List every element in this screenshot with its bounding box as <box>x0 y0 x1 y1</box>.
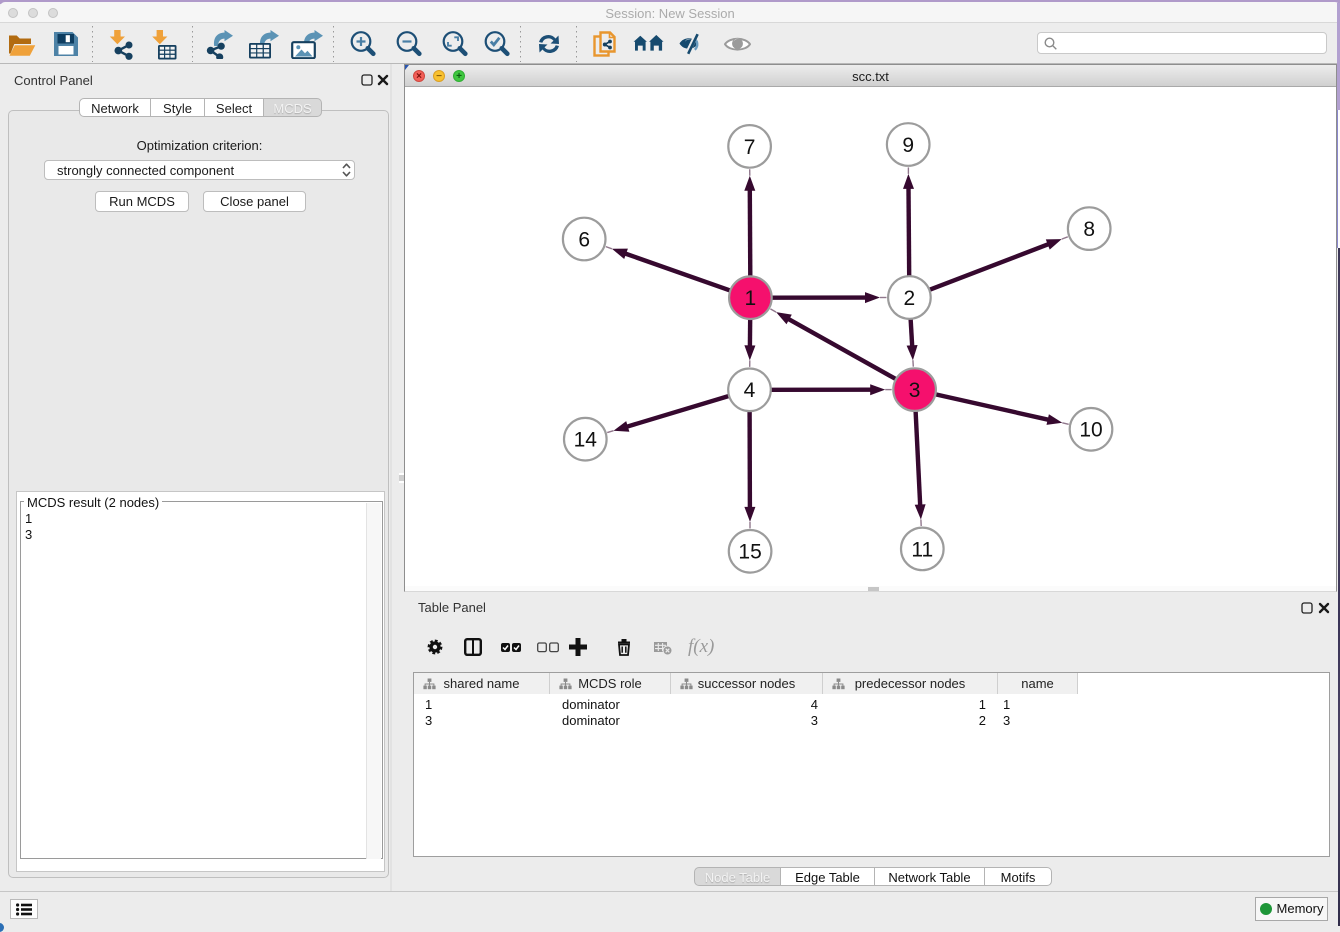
svg-text:1: 1 <box>745 287 757 310</box>
svg-text:6: 6 <box>578 228 590 251</box>
svg-text:4: 4 <box>744 379 756 402</box>
svg-text:2: 2 <box>904 287 916 310</box>
svg-text:9: 9 <box>902 134 914 157</box>
svg-text:15: 15 <box>738 541 761 564</box>
svg-text:3: 3 <box>909 379 921 402</box>
svg-text:7: 7 <box>744 136 756 159</box>
svg-text:11: 11 <box>911 538 933 561</box>
svg-text:8: 8 <box>1083 218 1095 241</box>
svg-text:10: 10 <box>1079 419 1102 442</box>
svg-text:14: 14 <box>574 429 598 452</box>
